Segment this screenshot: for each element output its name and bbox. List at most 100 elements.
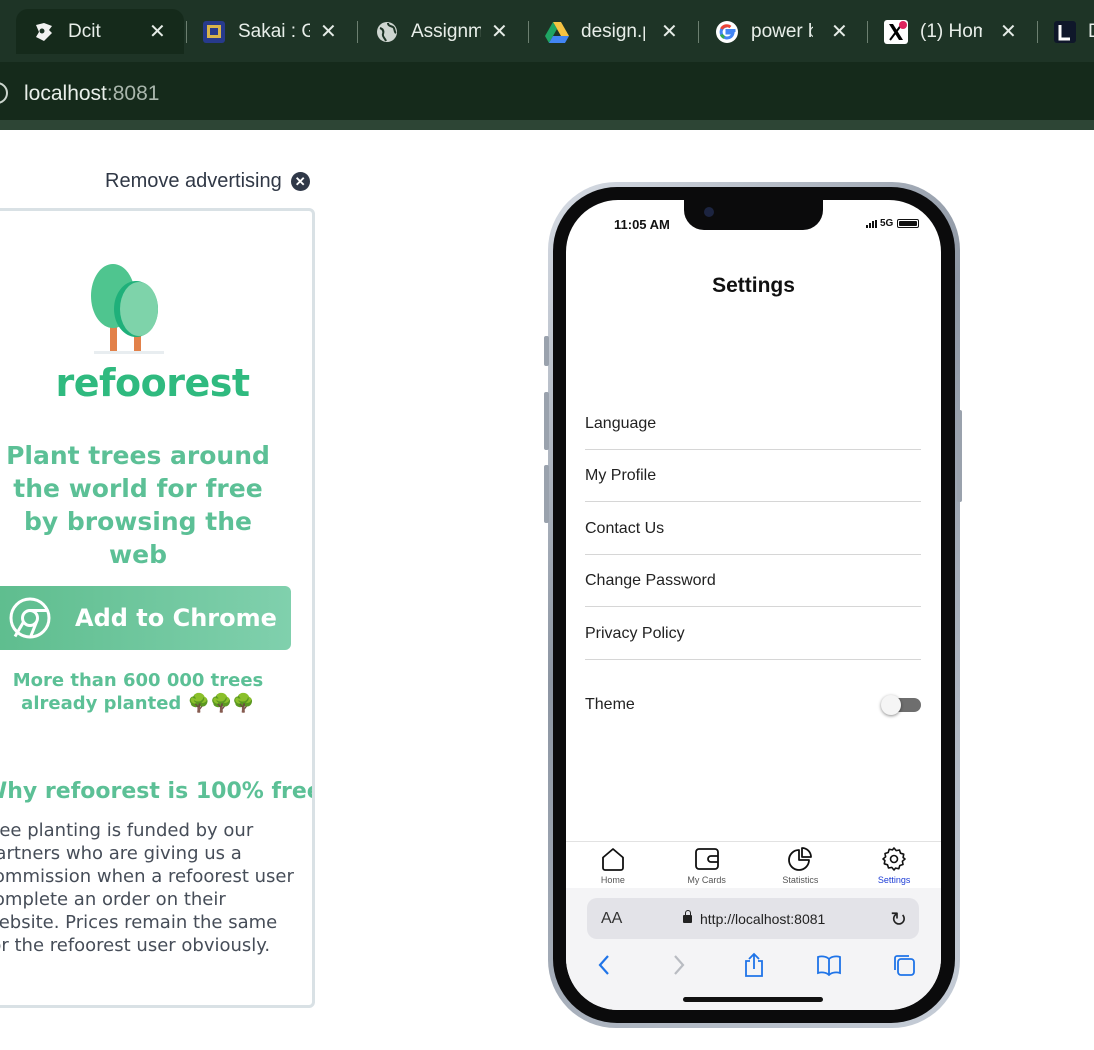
page-title: Settings: [712, 274, 795, 297]
close-circle-icon[interactable]: ✕: [290, 172, 310, 191]
tab-sakai[interactable]: Sakai : G ✕: [202, 9, 352, 54]
tabs-icon[interactable]: [890, 951, 918, 979]
volume-up-button: [544, 392, 549, 450]
tab-separator: [698, 21, 699, 43]
nav-home[interactable]: Home: [566, 842, 660, 888]
safari-tools: [566, 950, 941, 980]
url-host: localhost: [24, 82, 107, 105]
home-icon: [601, 848, 624, 871]
tab-dcit[interactable]: Dcit ✕: [16, 9, 184, 54]
remove-advertising-label: Remove advertising: [105, 170, 282, 192]
refoorest-ad: refoorest Plant trees around the world f…: [0, 208, 315, 1008]
network-type: 5G: [880, 218, 894, 229]
tab-separator: [186, 21, 187, 43]
l-icon: [1054, 20, 1076, 44]
tab-separator: [528, 21, 529, 43]
add-to-chrome-button[interactable]: Add to Chrome: [0, 586, 291, 650]
lock-icon: [683, 910, 692, 923]
bookmarks-icon[interactable]: [815, 951, 843, 979]
refoorest-logo: refoorest: [55, 361, 250, 405]
pie-chart-icon: [788, 847, 813, 871]
why-free-text: Tree planting is funded by our partners …: [0, 820, 294, 956]
settings-list: Language My Profile Contact Us Change Pa…: [585, 397, 921, 660]
theme-label: Theme: [585, 696, 635, 713]
tab-design[interactable]: design.p ✕: [545, 9, 695, 54]
tab-l[interactable]: D: [1054, 9, 1094, 54]
forward-icon[interactable]: [665, 951, 693, 979]
tab-strip: Dcit ✕ Sakai : G ✕ Assignm ✕ design.p ✕ …: [0, 0, 1094, 62]
settings-item-language[interactable]: Language: [585, 397, 921, 450]
trees-planted-count: More than 600 000 trees already planted …: [12, 670, 264, 714]
signal-icon: [866, 219, 877, 228]
bottom-nav: Home My Cards Statistics Settings: [566, 841, 941, 888]
mute-switch: [544, 336, 549, 366]
globe-icon: [375, 20, 399, 44]
theme-row: Theme: [585, 690, 921, 720]
tab-separator: [357, 21, 358, 43]
add-to-chrome-label: Add to Chrome: [75, 604, 277, 632]
tab-x-home[interactable]: (1) Hom ✕: [884, 9, 1034, 54]
safari-url-text: http://localhost:8081: [700, 911, 826, 927]
address-url[interactable]: localhost:8081: [24, 82, 159, 106]
close-tab-icon[interactable]: ✕: [320, 19, 337, 44]
tab-power-bi[interactable]: power b ✕: [715, 9, 865, 54]
tab-assignment[interactable]: Assignm ✕: [375, 9, 525, 54]
tab-separator: [867, 21, 868, 43]
nav-settings[interactable]: Settings: [847, 842, 941, 888]
safari-toolbar: AA http://localhost:8081 ↻: [566, 888, 941, 1010]
status-indicators: 5G: [866, 218, 920, 229]
tab-separator: [1037, 21, 1038, 43]
status-time: 11:05 AM: [614, 217, 670, 232]
notch: [684, 200, 823, 230]
close-tab-icon[interactable]: ✕: [661, 19, 678, 44]
close-tab-icon[interactable]: ✕: [1000, 19, 1017, 44]
nav-label: Statistics: [782, 875, 819, 885]
settings-item-privacy-policy[interactable]: Privacy Policy: [585, 607, 921, 660]
ad-tagline: Plant trees around the world for free by…: [6, 441, 270, 569]
share-icon[interactable]: [740, 951, 768, 979]
settings-item-change-password[interactable]: Change Password: [585, 555, 921, 607]
gear-icon: [882, 847, 906, 871]
close-tab-icon[interactable]: ✕: [491, 19, 508, 44]
reload-icon[interactable]: ↻: [890, 907, 907, 932]
nav-label: Settings: [877, 875, 911, 885]
nav-label: Home: [600, 875, 625, 885]
close-tab-icon[interactable]: ✕: [831, 19, 848, 44]
tab-title: design.p: [581, 20, 645, 42]
toggle-knob: [881, 695, 901, 715]
text-size-button[interactable]: AA: [601, 910, 622, 928]
drive-icon: [545, 20, 569, 44]
safari-address-field[interactable]: AA http://localhost:8081 ↻: [587, 898, 919, 939]
sakai-icon: [202, 20, 226, 44]
safari-url: http://localhost:8081: [683, 910, 826, 927]
battery-icon: [897, 219, 920, 228]
back-icon[interactable]: [590, 951, 618, 979]
nav-statistics[interactable]: Statistics: [754, 842, 848, 888]
phone-screen: 11:05 AM 5G Settings Language My Profile…: [566, 200, 941, 1010]
settings-item-contact-us[interactable]: Contact Us: [585, 502, 921, 555]
dev-icon: [32, 20, 56, 44]
tab-title: Assignm: [411, 20, 481, 42]
tab-title: (1) Hom: [920, 20, 982, 42]
nav-label: My Cards: [687, 875, 726, 885]
camera-icon: [704, 207, 714, 217]
home-indicator: [683, 997, 823, 1002]
tab-title: power b: [751, 20, 813, 42]
url-port: :8081: [106, 82, 160, 105]
why-free-heading: Why refoorest is 100% free?: [0, 779, 312, 804]
nav-my-cards[interactable]: My Cards: [660, 842, 754, 888]
tab-title: Sakai : G: [238, 20, 310, 42]
google-icon: [715, 20, 739, 44]
tab-title: Dcit: [68, 20, 101, 42]
theme-toggle[interactable]: [881, 695, 921, 715]
wallet-icon: [694, 848, 719, 870]
x-icon: [884, 19, 908, 44]
settings-item-my-profile[interactable]: My Profile: [585, 450, 921, 502]
trees-illustration: [88, 251, 168, 362]
chrome-icon: [9, 597, 51, 639]
volume-down-button: [544, 465, 549, 523]
power-button: [957, 410, 962, 502]
toolbar-divider: [0, 120, 1094, 130]
close-tab-icon[interactable]: ✕: [149, 19, 166, 44]
remove-advertising-link[interactable]: Remove advertising ✕: [105, 170, 310, 193]
